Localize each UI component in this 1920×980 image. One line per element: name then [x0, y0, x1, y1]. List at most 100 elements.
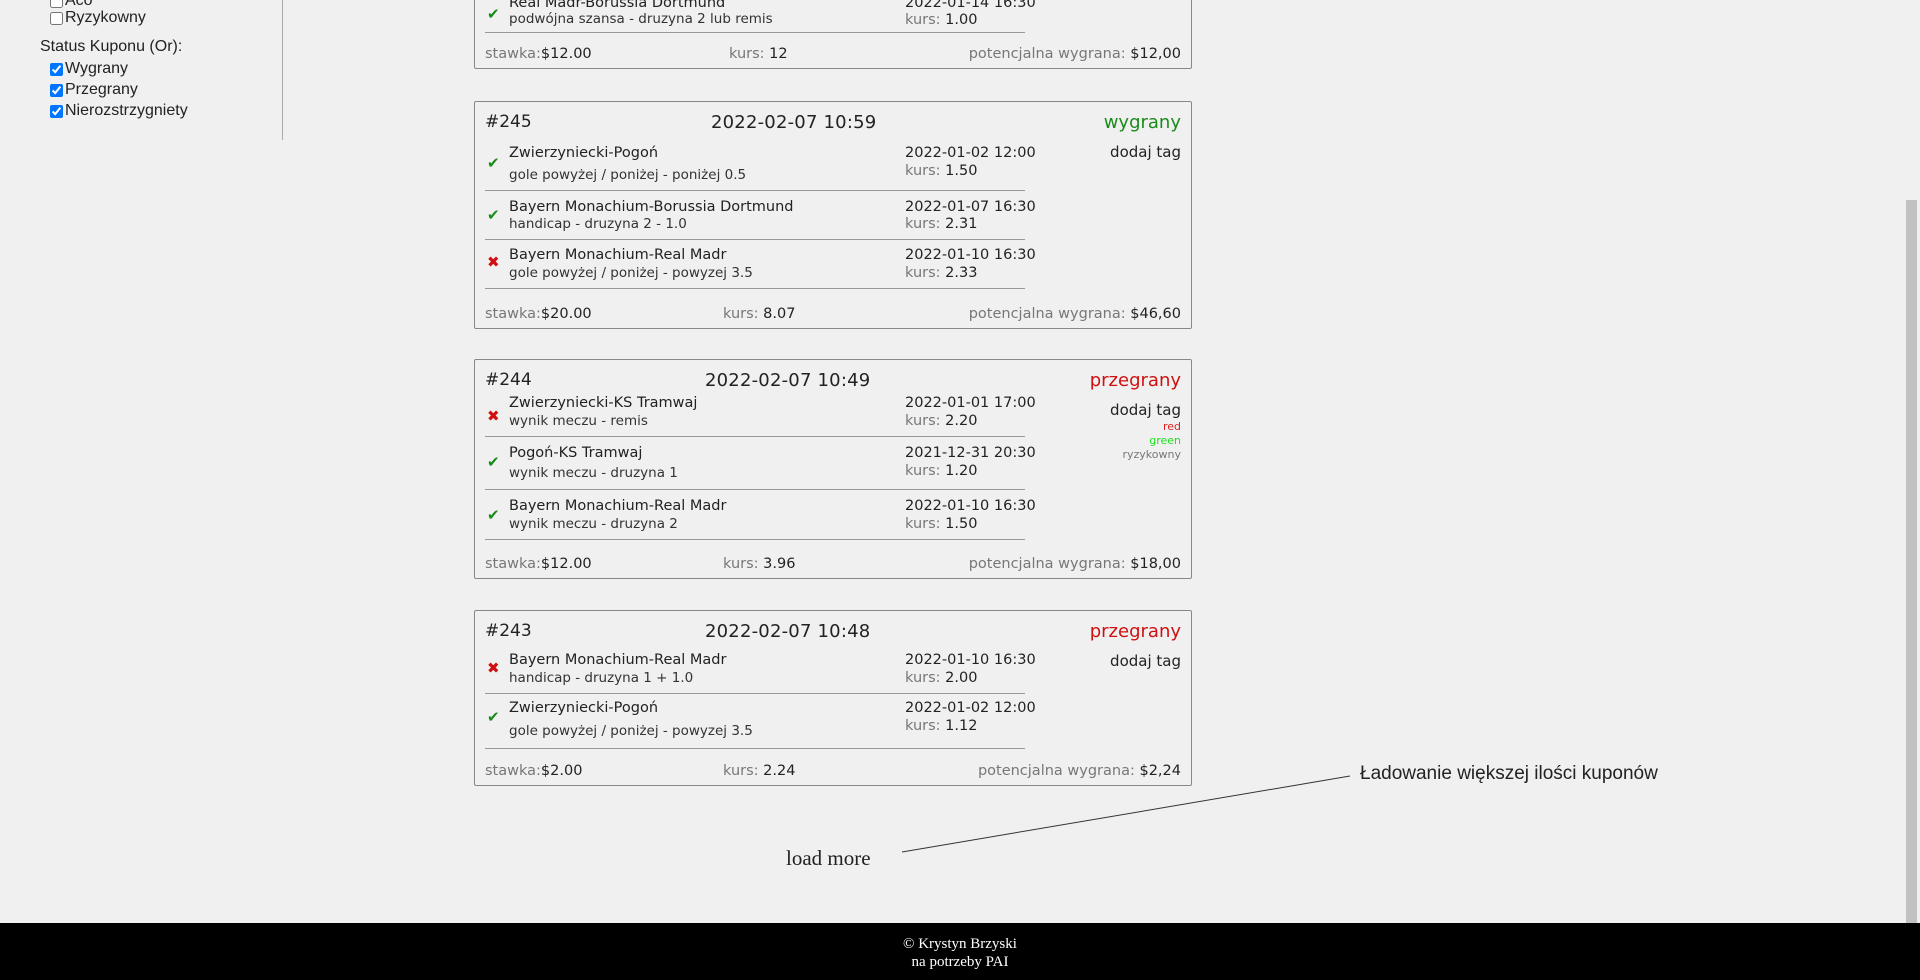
bet-date: 2022-01-07 16:30	[905, 199, 1036, 215]
add-tag-button[interactable]: dodaj tag	[1110, 652, 1181, 670]
cross-icon: ✖	[487, 253, 500, 271]
bet-row: ✖ Bayern Monachium-Real Madr gole powyże…	[485, 240, 1036, 289]
status-filter-lost-row[interactable]: Przegrany	[50, 81, 138, 99]
coupon-id: #243	[485, 621, 532, 641]
bet-type: gole powyżej / poniżej - powyzej 3.5	[509, 723, 753, 739]
bet-match: Bayern Monachium-Real Madr	[509, 652, 727, 668]
bet-date: 2022-01-10 16:30	[905, 247, 1036, 263]
tag-label[interactable]: ryzykowny	[1122, 448, 1181, 461]
filter-risky-checkbox[interactable]	[50, 11, 63, 25]
bet-odds: kurs: 1.20	[905, 463, 978, 479]
bet-type: gole powyżej / poniżej - poniżej 0.5	[509, 167, 747, 183]
bet-odds: kurs: 2.00	[905, 670, 978, 686]
status-filter-won-row[interactable]: Wygrany	[50, 60, 128, 78]
cross-icon: ✖	[487, 407, 500, 425]
annotation-label: Ładowanie większej ilości kuponów	[1360, 763, 1658, 784]
bet-row: ✖ Zwierzyniecki-KS Tramwaj wynik meczu -…	[485, 395, 1036, 437]
filter-checkbox[interactable]	[50, 0, 63, 8]
coupon-total-odds: kurs: 8.07	[723, 306, 796, 322]
coupon-potential-win: potencjalna wygrana: $12,00	[968, 46, 1181, 62]
bet-type: wynik meczu - druzyna 1	[509, 465, 678, 481]
filter-risky-label: Ryzykowny	[65, 9, 146, 26]
coupon-date: 2022-02-07 10:59	[711, 112, 877, 133]
bet-date: 2022-01-10 16:30	[905, 498, 1036, 514]
coupon-date: 2022-02-07 10:49	[705, 370, 871, 391]
bet-date: 2021-12-31 20:30	[905, 445, 1036, 461]
bet-odds: kurs: 2.20	[905, 413, 978, 429]
bet-date: 2022-01-02 12:00	[905, 145, 1036, 161]
status-filter-title: Status Kuponu (Or):	[40, 38, 183, 55]
cross-icon: ✖	[487, 659, 500, 677]
coupon-stake: stawka:$2.00	[485, 763, 583, 779]
coupon-status: przegrany	[1089, 621, 1181, 642]
status-filter-pending-label: Nierozstrzygniety	[65, 102, 188, 119]
coupon-id: #245	[485, 112, 532, 132]
bet-row: ✔ Pogoń-KS Tramwaj wynik meczu - druzyna…	[485, 437, 1036, 490]
bet-match: Bayern Monachium-Real Madr	[509, 498, 727, 514]
bet-odds: kurs: 1.00	[905, 12, 978, 28]
check-icon: ✔	[487, 206, 500, 224]
add-tag-button[interactable]: dodaj tag	[1110, 143, 1181, 161]
bet-type: wynik meczu - remis	[509, 413, 648, 429]
bet-match: Zwierzyniecki-Pogoń	[509, 145, 659, 161]
bet-date: 2022-01-01 17:00	[905, 395, 1036, 411]
status-filter-lost-label: Przegrany	[65, 81, 138, 98]
bet-type: gole powyżej / poniżej - powyzej 3.5	[509, 265, 753, 281]
coupon-total-odds: kurs: 12	[729, 46, 788, 62]
bet-match: Bayern Monachium-Borussia Dortmund	[509, 199, 794, 215]
load-more-button[interactable]: load more	[786, 846, 871, 871]
bet-row: ✔ Zwierzyniecki-Pogoń gole powyżej / pon…	[485, 139, 1036, 191]
footer-purpose: na potrzeby PAI	[911, 954, 1009, 970]
bet-date: 2022-01-10 16:30	[905, 652, 1036, 668]
bet-type: wynik meczu - druzyna 2	[509, 516, 678, 532]
bet-odds: kurs: 1.12	[905, 718, 978, 734]
bet-row: ✔ Bayern Monachium-Real Madr wynik meczu…	[485, 490, 1036, 540]
bet-date: 2022-01-14 16:30	[905, 0, 1036, 11]
page-footer: © Krystyn Brzyski na potrzeby PAI	[0, 923, 1920, 980]
coupon-card: #244 2022-02-07 10:49 przegrany dodaj ta…	[474, 359, 1192, 579]
bet-row: ✔ Zwierzyniecki-Pogoń gole powyżej / pon…	[485, 694, 1036, 749]
filter-risky-row[interactable]: Ryzykowny	[50, 9, 146, 27]
coupon-date: 2022-02-07 10:48	[705, 621, 871, 642]
filter-sidebar: Aco Ryzykowny Status Kuponu (Or): Wygran…	[0, 0, 283, 140]
tag-label[interactable]: red	[1163, 420, 1181, 433]
coupon-potential-win: potencjalna wygrana: $18,00	[968, 556, 1181, 572]
bet-match: Bayern Monachium-Real Madr	[509, 247, 727, 263]
status-filter-pending-checkbox[interactable]	[50, 104, 63, 118]
bet-type: handicap - druzyna 1 + 1.0	[509, 670, 694, 686]
coupon-potential-win: potencjalna wygrana: $2,24	[977, 763, 1181, 779]
check-icon: ✔	[487, 5, 500, 23]
coupon-stake: stawka:$12.00	[485, 556, 592, 572]
coupon-stake: stawka:$20.00	[485, 306, 592, 322]
footer-author: © Krystyn Brzyski	[903, 936, 1017, 952]
tag-label[interactable]: green	[1149, 434, 1181, 447]
bet-match: Zwierzyniecki-KS Tramwaj	[509, 395, 698, 411]
coupon-status: przegrany	[1089, 370, 1181, 391]
bet-match: Zwierzyniecki-Pogoń	[509, 700, 659, 716]
add-tag-button[interactable]: dodaj tag	[1110, 401, 1181, 419]
coupon-card: #243 2022-02-07 10:48 przegrany dodaj ta…	[474, 610, 1192, 786]
bet-date: 2022-01-02 12:00	[905, 700, 1036, 716]
bet-match: Pogoń-KS Tramwaj	[509, 445, 643, 461]
coupon-card: #245 2022-02-07 10:59 wygrany dodaj tag …	[474, 101, 1192, 329]
bet-row: ✔ Bayern Monachium-Borussia Dortmund han…	[485, 191, 1036, 240]
coupon-total-odds: kurs: 3.96	[723, 556, 796, 572]
page-scrollbar[interactable]	[1903, 0, 1920, 923]
status-filter-won-label: Wygrany	[65, 60, 128, 77]
bet-type: handicap - druzyna 2 - 1.0	[509, 216, 687, 232]
check-icon: ✔	[487, 154, 500, 172]
coupon-card: ✔ Real Madr-Borussia Dortmund podwójna s…	[474, 0, 1192, 69]
bet-odds: kurs: 2.31	[905, 216, 978, 232]
bet-odds: kurs: 1.50	[905, 516, 978, 532]
scrollbar-thumb[interactable]	[1906, 200, 1917, 923]
bet-odds: kurs: 1.50	[905, 163, 978, 179]
bet-type: podwójna szansa - druzyna 2 lub remis	[509, 11, 773, 27]
bet-row: ✔ Real Madr-Borussia Dortmund podwójna s…	[485, 0, 1036, 33]
status-filter-lost-checkbox[interactable]	[50, 83, 63, 97]
status-filter-won-checkbox[interactable]	[50, 62, 63, 76]
status-filter-pending-row[interactable]: Nierozstrzygniety	[50, 102, 188, 120]
check-icon: ✔	[487, 708, 500, 726]
coupon-id: #244	[485, 370, 532, 390]
coupon-stake: stawka:$12.00	[485, 46, 592, 62]
bet-match: Real Madr-Borussia Dortmund	[509, 0, 726, 11]
